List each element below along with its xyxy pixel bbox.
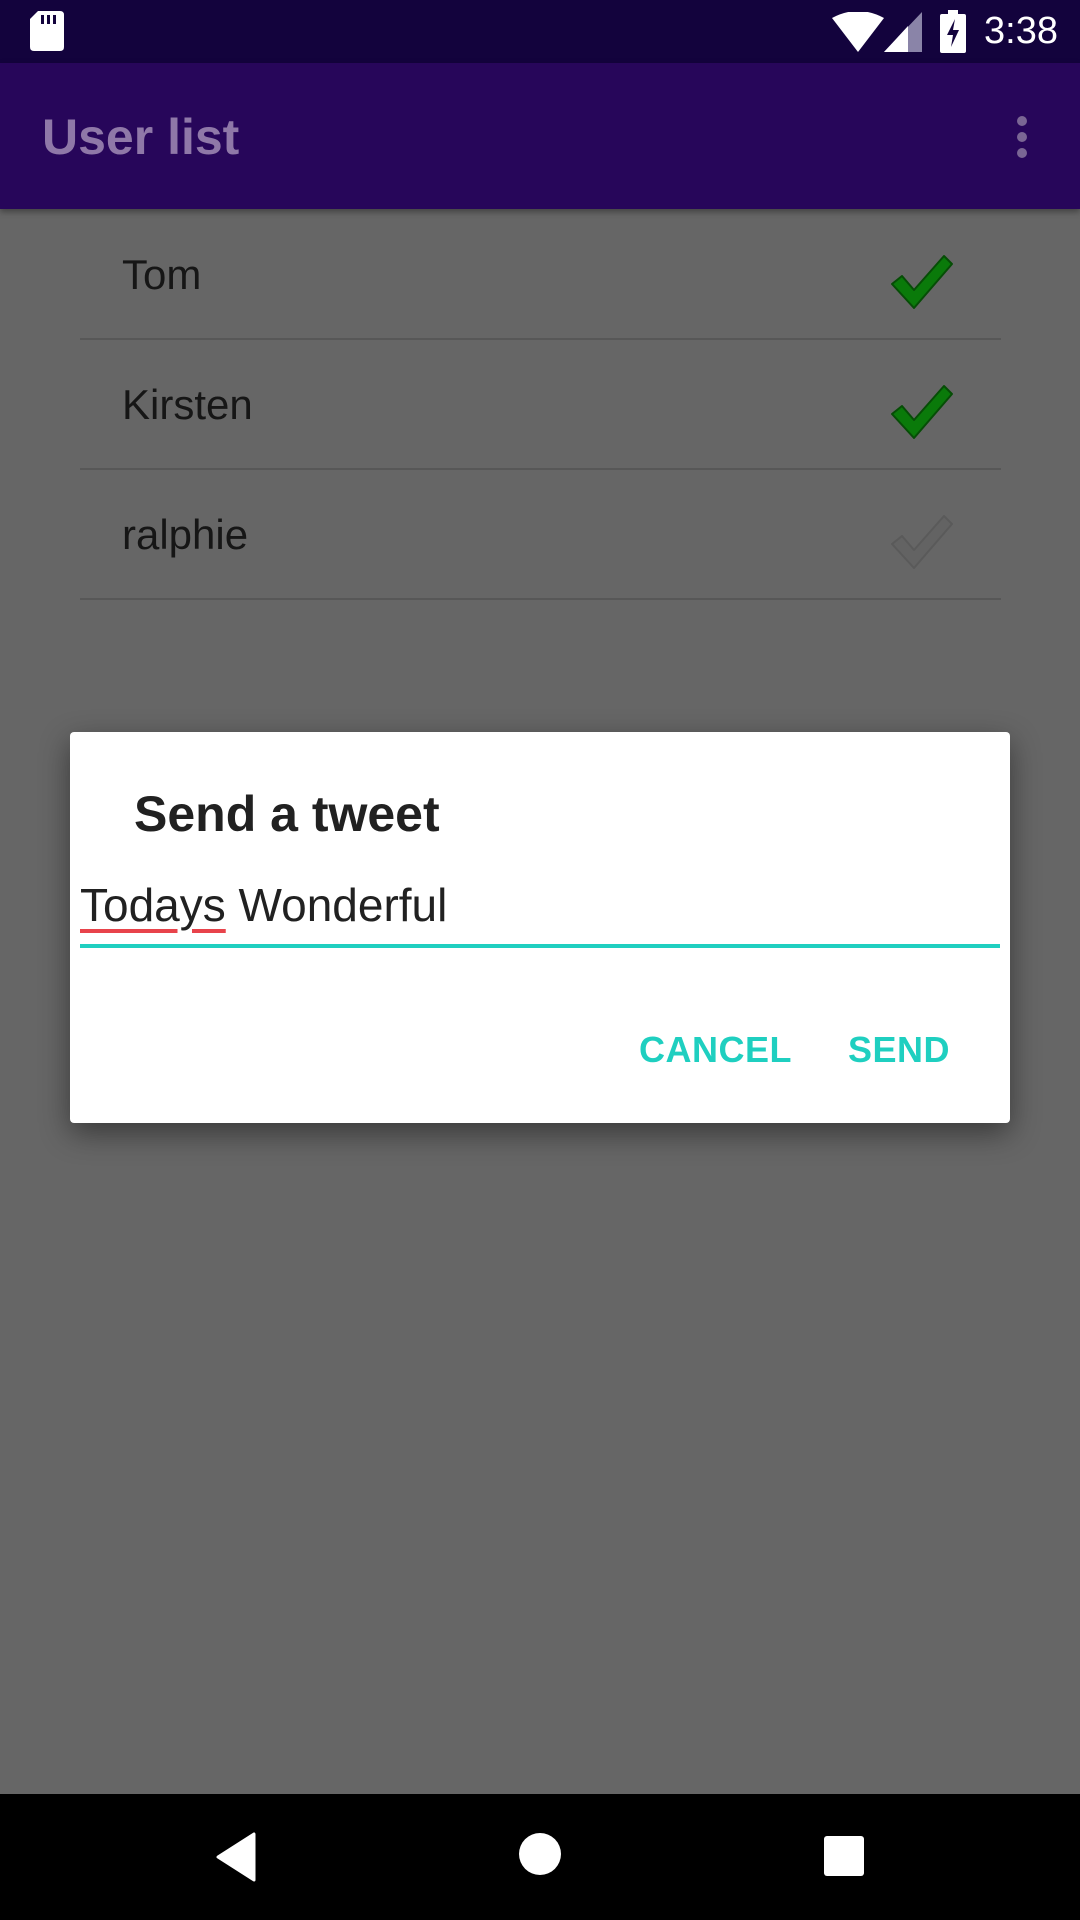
sd-card-icon xyxy=(30,11,64,51)
app-bar-title: User list xyxy=(42,109,240,165)
input-text: Wonderful xyxy=(225,879,448,931)
cancel-button[interactable]: CANCEL xyxy=(639,1028,792,1072)
check-icon-unchecked[interactable] xyxy=(890,514,954,570)
send-button[interactable]: SEND xyxy=(848,1028,950,1072)
user-name: Tom xyxy=(122,251,202,298)
recents-icon[interactable] xyxy=(824,1836,864,1876)
check-icon[interactable] xyxy=(890,254,954,310)
app-bar: User list xyxy=(0,63,1080,209)
list-item[interactable]: Tom xyxy=(80,210,1001,340)
list-item[interactable]: ralphie xyxy=(80,470,1001,600)
home-icon[interactable] xyxy=(519,1833,561,1875)
status-clock: 3:38 xyxy=(984,10,1058,52)
back-icon[interactable] xyxy=(216,1832,256,1882)
send-tweet-dialog: Send a tweet Todays Wonderful CANCEL SEN… xyxy=(70,732,1010,1123)
user-name: Kirsten xyxy=(122,381,253,428)
status-bar: 3:38 xyxy=(0,0,1080,63)
user-name: ralphie xyxy=(122,511,249,558)
signal-icon xyxy=(884,12,922,52)
list-item[interactable]: Kirsten xyxy=(80,340,1001,470)
check-icon[interactable] xyxy=(890,384,954,440)
navigation-bar xyxy=(0,1794,1080,1920)
battery-charging-icon xyxy=(940,10,966,53)
overflow-menu-icon[interactable] xyxy=(1002,113,1042,161)
tweet-input[interactable]: Todays Wonderful xyxy=(80,880,1000,930)
input-underline xyxy=(80,944,1000,948)
dialog-title: Send a tweet xyxy=(134,786,440,842)
wifi-icon xyxy=(832,12,884,52)
misspelled-word: Todays xyxy=(80,879,226,931)
user-list: Tom Kirsten ralphie xyxy=(80,210,1001,600)
